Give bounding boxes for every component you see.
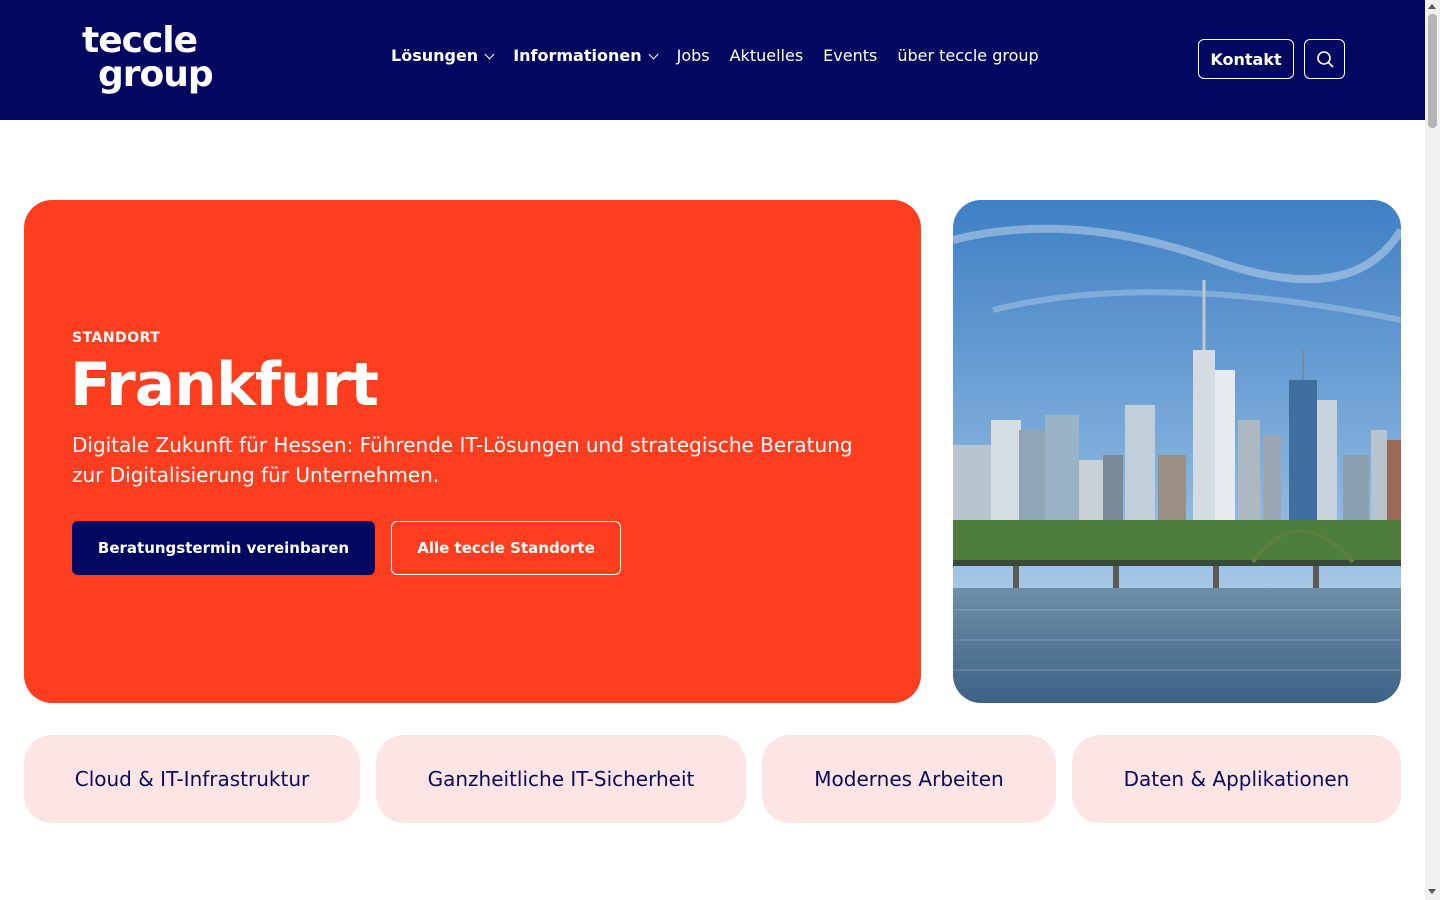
page-scrollbar[interactable] (1425, 0, 1440, 900)
nav-item-aktuelles[interactable]: Aktuelles (730, 46, 804, 65)
nav-label: Aktuelles (729, 46, 804, 65)
nav-item-ueber-teccle-group[interactable]: über teccle group (897, 46, 1038, 65)
logo-line-1: teccle (82, 20, 198, 61)
alle-standorte-button[interactable]: Alle teccle Standorte (391, 521, 621, 575)
search-icon (1316, 51, 1333, 68)
nav-label: Jobs (676, 46, 710, 65)
logo-line-2: group (98, 54, 214, 96)
nav-label: Informationen (513, 46, 642, 65)
category-modernes-arbeiten[interactable]: Modernes Arbeiten (762, 735, 1056, 823)
search-button[interactable] (1304, 39, 1345, 79)
category-cloud-it-infrastruktur[interactable]: Cloud & IT-Infrastruktur (24, 735, 360, 823)
hero-title: Frankfurt (70, 350, 379, 420)
nav-label: über teccle group (897, 46, 1039, 65)
main-nav: Lösungen Informationen Jobs Aktuelles Ev… (391, 46, 1039, 65)
beratungstermin-button[interactable]: Beratungstermin vereinbaren (72, 521, 375, 575)
kontakt-button[interactable]: Kontakt (1198, 39, 1294, 79)
chevron-down-icon (484, 49, 495, 59)
nav-item-events[interactable]: Events (823, 46, 877, 65)
nav-label: Lösungen (391, 46, 479, 65)
hero-card: STANDORT Frankfurt Digitale Zukunft für … (24, 200, 921, 703)
site-header: teccle group Lösungen Informationen Jobs… (0, 0, 1425, 120)
frankfurt-skyline-image (953, 200, 1401, 703)
nav-item-loesungen[interactable]: Lösungen (391, 46, 495, 65)
hero-eyebrow: STANDORT (72, 330, 161, 346)
chevron-down-icon (648, 49, 659, 59)
category-daten-applikationen[interactable]: Daten & Applikationen (1072, 735, 1401, 823)
nav-item-jobs[interactable]: Jobs (677, 46, 710, 65)
scroll-thumb[interactable] (1428, 14, 1437, 128)
scroll-up-arrow-icon[interactable] (1428, 4, 1436, 9)
nav-item-informationen[interactable]: Informationen (513, 46, 659, 65)
scroll-down-arrow-icon[interactable] (1428, 889, 1436, 894)
nav-label: Events (823, 46, 878, 65)
category-it-sicherheit[interactable]: Ganzheitliche IT-Sicherheit (376, 735, 746, 823)
teccle-group-logo[interactable]: teccle group (80, 20, 220, 96)
hero-subtitle: Digitale Zukunft für Hessen: Führende IT… (72, 433, 853, 487)
